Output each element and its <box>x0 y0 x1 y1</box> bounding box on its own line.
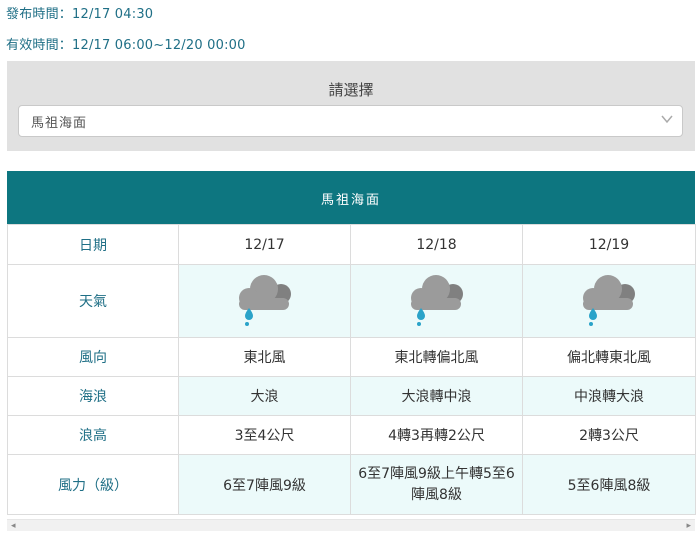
forecast-table: 日期 12/17 12/18 12/19 天氣 風向 東北風 東北轉偏北風 偏北… <box>7 224 696 515</box>
wave-height-cell: 3至4公尺 <box>178 415 351 455</box>
wind-force-cell: 6至7陣風9級 <box>178 454 351 515</box>
forecast-table-header: 馬祖海面 <box>7 171 695 224</box>
date-cell: 12/19 <box>522 224 696 265</box>
date-cell: 12/17 <box>178 224 351 265</box>
scroll-right-arrow-icon[interactable]: ▸ <box>686 521 691 531</box>
horizontal-scrollbar[interactable]: ◂ ▸ <box>7 519 695 531</box>
forecast-table-container: 馬祖海面 日期 12/17 12/18 12/19 天氣 風向 東北風 東北轉偏… <box>7 171 696 516</box>
weather-cell <box>522 264 696 338</box>
area-select[interactable]: 馬祖海面 <box>18 105 683 137</box>
row-wind-direction: 風向 東北風 東北轉偏北風 偏北轉東北風 <box>7 337 696 377</box>
row-label-date: 日期 <box>7 224 179 265</box>
wind-force-cell: 6至7陣風9級上午轉5至6陣風8級 <box>350 454 523 515</box>
row-wave-height: 浪高 3至4公尺 4轉3再轉2公尺 2轉3公尺 <box>7 415 696 455</box>
row-label-wave-height: 浪高 <box>7 415 179 455</box>
area-select-value: 馬祖海面 <box>31 116 88 131</box>
rain-cloud-icon <box>583 275 635 326</box>
forecast-table-title: 馬祖海面 <box>320 193 381 208</box>
row-label-wave: 海浪 <box>7 376 179 416</box>
wave-height-cell: 2轉3公尺 <box>522 415 696 455</box>
wind-force-cell: 5至6陣風8級 <box>522 454 696 515</box>
issued-time: 發布時間：12/17 04:30 <box>6 7 154 22</box>
wave-cell: 大浪 <box>178 376 351 416</box>
scroll-left-arrow-icon[interactable]: ◂ <box>11 521 16 531</box>
row-date: 日期 12/17 12/18 12/19 <box>7 224 696 265</box>
date-cell: 12/18 <box>350 224 523 265</box>
chevron-down-icon <box>661 115 673 124</box>
area-select-panel: 請選擇 馬祖海面 <box>7 61 695 151</box>
row-weather: 天氣 <box>7 264 696 338</box>
rain-cloud-icon <box>238 275 291 326</box>
wind-direction-cell: 東北轉偏北風 <box>350 337 523 377</box>
select-title: 請選擇 <box>328 81 374 99</box>
row-label-wind-direction: 風向 <box>7 337 179 377</box>
wind-direction-cell: 東北風 <box>178 337 351 377</box>
wind-direction-cell: 偏北轉東北風 <box>522 337 696 377</box>
weather-cell <box>178 264 351 338</box>
wave-height-cell: 4轉3再轉2公尺 <box>350 415 523 455</box>
row-label-wind-force: 風力（級） <box>7 454 179 515</box>
wave-cell: 大浪轉中浪 <box>350 376 523 416</box>
weather-cell <box>350 264 523 338</box>
rain-cloud-icon <box>410 275 463 326</box>
wave-cell: 中浪轉大浪 <box>522 376 696 416</box>
row-label-weather: 天氣 <box>7 264 179 338</box>
valid-time: 有效時間：12/17 06:00~12/20 00:00 <box>6 38 246 53</box>
row-wind-force: 風力（級） 6至7陣風9級 6至7陣風9級上午轉5至6陣風8級 5至6陣風8級 <box>7 454 696 515</box>
row-wave: 海浪 大浪 大浪轉中浪 中浪轉大浪 <box>7 376 696 416</box>
